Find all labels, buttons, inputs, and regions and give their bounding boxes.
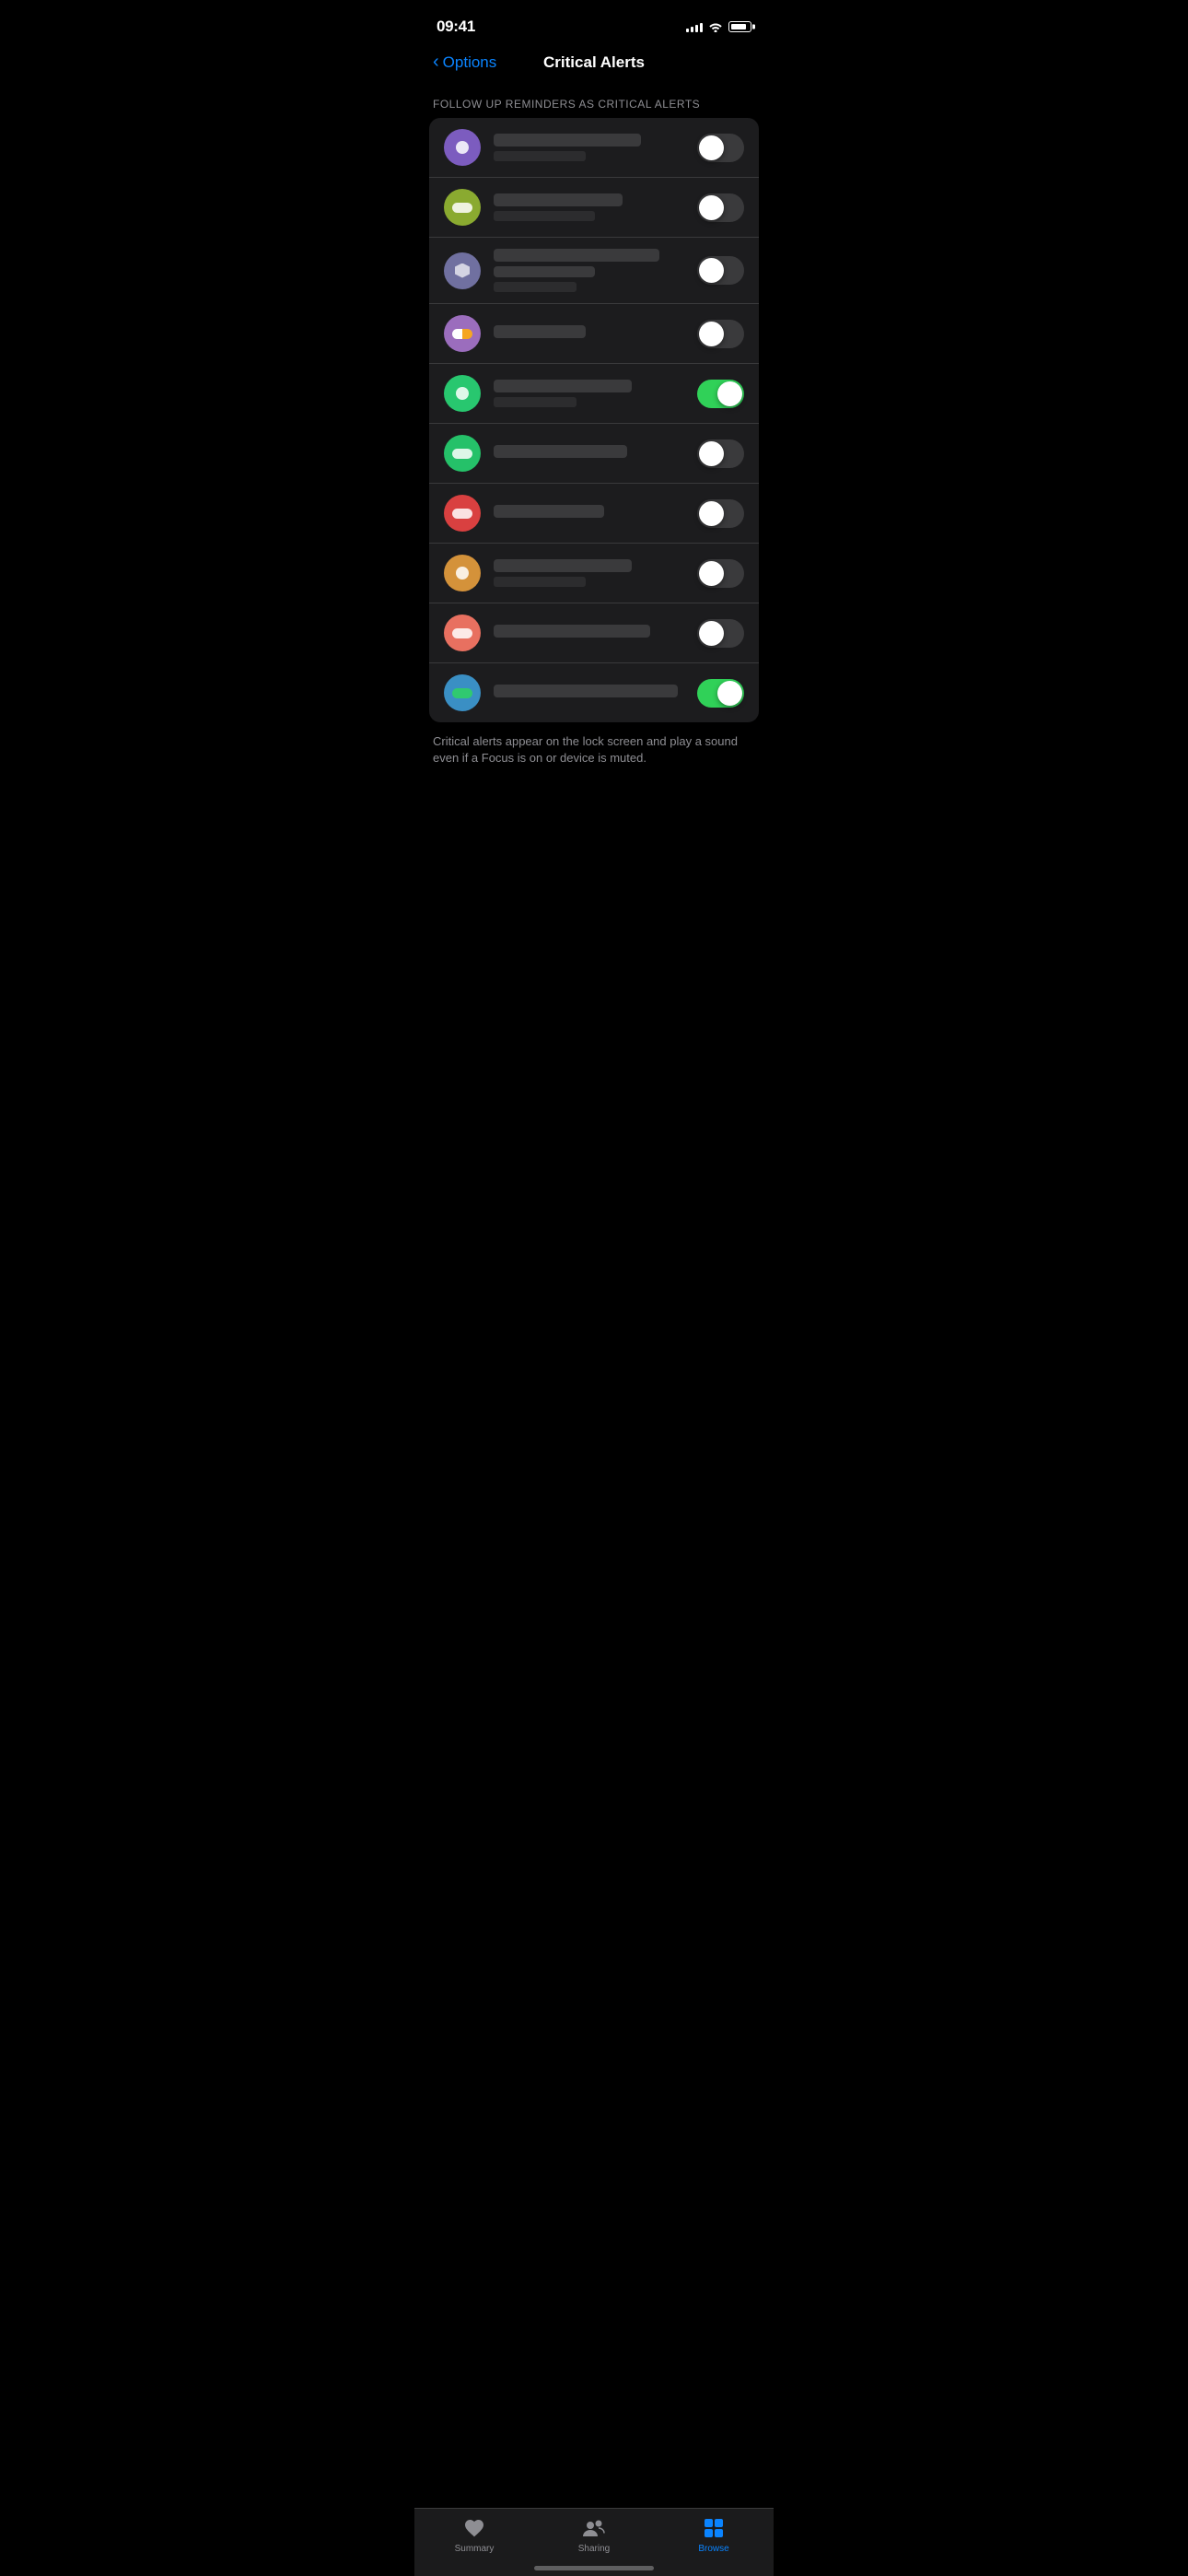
toggle-8[interactable]: [697, 559, 744, 588]
med-icon-6: [444, 435, 481, 472]
list-item: [429, 238, 759, 304]
tab-sharing[interactable]: Sharing: [557, 2516, 631, 2554]
home-indicator: [534, 2566, 654, 2570]
toggle-2[interactable]: [697, 193, 744, 222]
med-icon-2: [444, 189, 481, 226]
chevron-left-icon: ‹: [433, 52, 439, 73]
list-item: [429, 118, 759, 178]
medication-list: [429, 118, 759, 722]
list-item: [429, 663, 759, 722]
med-icon-8: [444, 555, 481, 591]
tab-browse-label: Browse: [698, 2544, 728, 2554]
toggle-4[interactable]: [697, 320, 744, 348]
back-label: Options: [443, 53, 497, 72]
med-icon-3: [444, 252, 481, 289]
section-header: FOLLOW UP REMINDERS AS CRITICAL ALERTS: [414, 98, 774, 118]
tab-browse[interactable]: Browse: [677, 2516, 751, 2554]
med-icon-4: [444, 315, 481, 352]
list-item: [429, 364, 759, 424]
signal-icon: [686, 21, 703, 32]
med-icon-5: [444, 375, 481, 412]
toggle-9[interactable]: [697, 619, 744, 648]
wifi-icon: [708, 21, 723, 32]
toggle-7[interactable]: [697, 499, 744, 528]
list-item: [429, 304, 759, 364]
footer-note: Critical alerts appear on the lock scree…: [414, 722, 774, 767]
status-bar: 09:41: [414, 0, 774, 46]
browse-icon: [702, 2516, 726, 2540]
toggle-5[interactable]: [697, 380, 744, 408]
page-title: Critical Alerts: [543, 53, 645, 72]
med-icon-7: [444, 495, 481, 532]
tab-sharing-label: Sharing: [578, 2544, 610, 2554]
med-icon-9: [444, 615, 481, 651]
nav-bar: ‹ Options Critical Alerts: [414, 46, 774, 83]
list-item: [429, 424, 759, 484]
list-item: [429, 178, 759, 238]
battery-icon: [728, 21, 751, 32]
tab-summary[interactable]: Summary: [437, 2516, 511, 2554]
toggle-3[interactable]: [697, 256, 744, 285]
med-icon-10: [444, 674, 481, 711]
med-icon-1: [444, 129, 481, 166]
list-item: [429, 484, 759, 544]
back-button[interactable]: ‹ Options: [433, 53, 496, 73]
list-item: [429, 544, 759, 603]
status-time: 09:41: [437, 18, 475, 36]
toggle-1[interactable]: [697, 134, 744, 162]
toggle-10[interactable]: [697, 679, 744, 708]
list-item: [429, 603, 759, 663]
heart-icon: [462, 2516, 486, 2540]
sharing-icon: [582, 2516, 606, 2540]
status-icons: [686, 21, 751, 32]
tab-summary-label: Summary: [455, 2544, 495, 2554]
toggle-6[interactable]: [697, 439, 744, 468]
